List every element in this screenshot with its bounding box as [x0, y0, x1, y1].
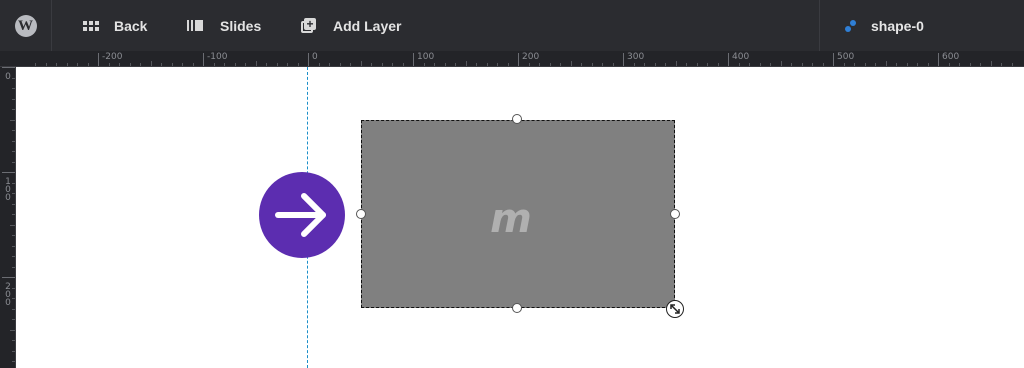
logo-icon: m — [490, 203, 532, 237]
ruler-label: -100 — [207, 52, 228, 62]
slides-button[interactable]: Slides — [187, 0, 261, 51]
resize-diagonal-icon — [670, 304, 680, 314]
wordpress-icon: W — [14, 14, 37, 37]
ruler-label: 200 — [5, 282, 11, 308]
wordpress-button[interactable]: W — [0, 0, 52, 51]
horizontal-ruler-ticks — [35, 53, 1013, 66]
grid-icon — [83, 20, 99, 31]
slides-label: Slides — [220, 17, 262, 34]
resize-handle-top[interactable] — [512, 114, 522, 124]
horizontal-ruler[interactable]: -200 -100 0 100 200 300 400 500 600 — [0, 51, 1024, 67]
arrow-right-icon — [275, 193, 326, 237]
ruler-label: -200 — [102, 52, 123, 62]
layer-selector[interactable]: shape-0 — [819, 0, 1024, 51]
ruler-label: 0 — [5, 72, 11, 82]
ruler-label: 300 — [627, 52, 645, 62]
resize-handle-right[interactable] — [670, 209, 680, 219]
arrow-layer[interactable] — [259, 172, 345, 258]
back-button[interactable]: Back — [83, 0, 147, 51]
top-toolbar: W Back Slides + Add Layer shape-0 — [0, 0, 1024, 51]
ruler-label: 200 — [522, 52, 540, 62]
resize-corner-button[interactable] — [666, 300, 684, 318]
ruler-label: 100 — [417, 52, 435, 62]
layer-name: shape-0 — [871, 17, 924, 34]
back-label: Back — [114, 17, 148, 34]
add-layer-button[interactable]: + Add Layer — [301, 0, 401, 51]
logo-letter: m — [490, 203, 532, 237]
ruler-label: 400 — [732, 52, 750, 62]
add-layer-icon: + — [301, 18, 316, 33]
ruler-label: 500 — [837, 52, 855, 62]
shape-layer-icon — [845, 19, 857, 32]
add-layer-label: Add Layer — [333, 17, 402, 34]
vertical-ruler[interactable]: 0 100 200 — [0, 67, 16, 368]
resize-handle-left[interactable] — [356, 209, 366, 219]
vertical-ruler-ticks — [2, 67, 15, 362]
resize-handle-bottom[interactable] — [512, 303, 522, 313]
ruler-label: 0 — [312, 52, 318, 62]
shape-layer[interactable]: m — [361, 120, 675, 308]
ruler-label: 600 — [942, 52, 960, 62]
slides-icon — [187, 20, 203, 31]
ruler-label: 100 — [5, 177, 11, 203]
